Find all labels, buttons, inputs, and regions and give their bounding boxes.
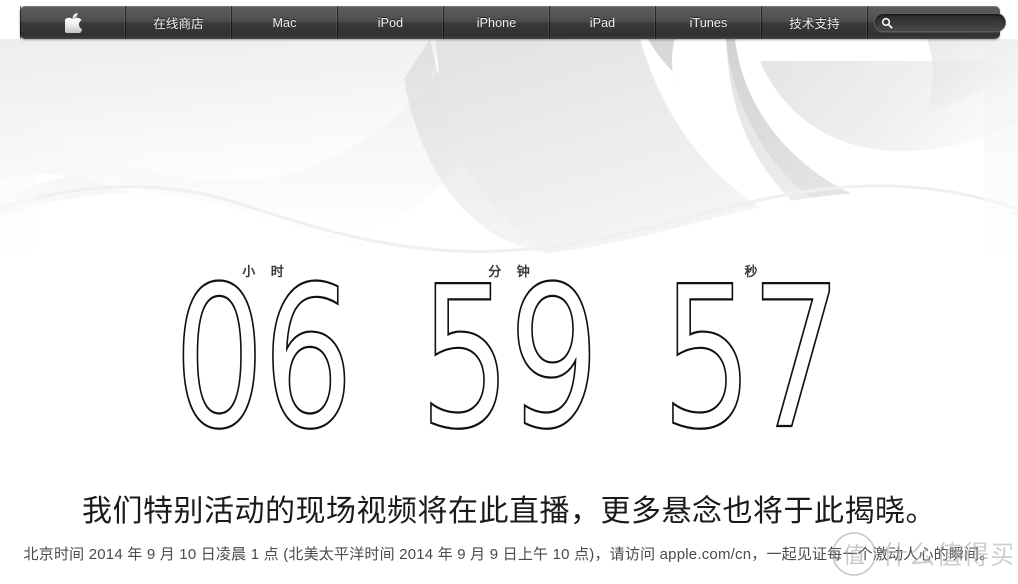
apple-logo-icon: [62, 12, 82, 36]
nav-item-store-label: 在线商店: [153, 17, 204, 31]
countdown-unit-minutes: 分 钟 59: [379, 244, 639, 474]
countdown-timer: 小 时 06 分 钟 59 秒 57: [0, 244, 1018, 474]
countdown-value-hours-text: 06: [174, 245, 352, 473]
search-icon: [881, 17, 893, 29]
nav-item-ipad-label: iPad: [589, 15, 616, 30]
countdown-value-seconds: 57: [621, 244, 881, 474]
event-subline: 北京时间 2014 年 9 月 10 日凌晨 1 点 (北美太平洋时间 2014…: [23, 546, 995, 563]
search-box[interactable]: [874, 13, 1018, 32]
nav-item-support-label: 技术支持: [789, 17, 840, 31]
global-navigation-bar: 在线商店 Mac iPod iPhone iPad iTunes 技术支持: [20, 6, 1018, 39]
countdown-value-seconds-text: 57: [662, 245, 840, 473]
nav-item-ipod-label: iPod: [377, 15, 404, 30]
countdown-unit-seconds: 秒 57: [621, 244, 881, 474]
nav-item-iphone[interactable]: iPhone: [444, 6, 550, 39]
event-headline: 我们特别活动的现场视频将在此直播，更多悬念也将于此揭晓。: [82, 495, 936, 528]
nav-item-ipad[interactable]: iPad: [550, 6, 656, 39]
nav-item-mac[interactable]: Mac: [232, 6, 338, 39]
event-copy: 我们特别活动的现场视频将在此直播，更多悬念也将于此揭晓。 北京时间 2014 年…: [0, 492, 1018, 566]
nav-item-itunes[interactable]: iTunes: [656, 6, 762, 39]
nav-item-store[interactable]: 在线商店: [126, 6, 232, 39]
nav-item-iphone-label: iPhone: [476, 15, 517, 30]
search-input[interactable]: [893, 14, 1018, 31]
nav-item-support[interactable]: 技术支持: [762, 6, 868, 39]
hero-artwork: [0, 39, 1018, 261]
nav-search-cell: [868, 6, 1018, 39]
countdown-value-minutes-text: 59: [420, 245, 598, 473]
nav-item-apple[interactable]: [20, 6, 126, 39]
countdown-value-minutes: 59: [379, 244, 639, 474]
countdown-unit-hours: 小 时 06: [133, 244, 393, 474]
nav-item-itunes-label: iTunes: [689, 15, 728, 30]
nav-item-ipod[interactable]: iPod: [338, 6, 444, 39]
nav-item-mac-label: Mac: [272, 15, 297, 30]
countdown-value-hours: 06: [133, 244, 393, 474]
